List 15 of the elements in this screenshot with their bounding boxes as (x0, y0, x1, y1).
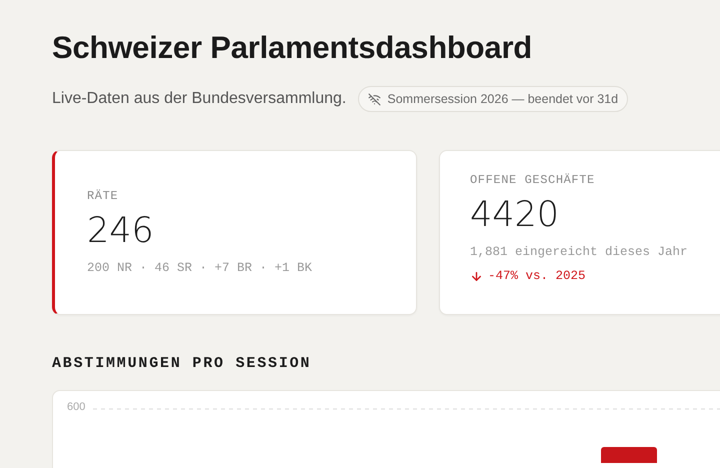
stat-value: 4420 (470, 194, 560, 237)
session-badge: Sommersession 2026 — beendet vor 31d (358, 86, 628, 112)
stat-label: OFFENE GESCHÄFTE (470, 173, 596, 187)
trend-text: -47% vs. 2025 (470, 269, 718, 283)
crossed-signal-icon (368, 92, 382, 106)
stat-value: 246 (87, 210, 155, 253)
stat-label: RÄTE (87, 189, 120, 203)
arrow-down-icon (470, 270, 483, 282)
subtitle: Live-Daten aus der Bundesversammlung. (52, 90, 346, 108)
chart-bar (601, 447, 658, 463)
stat-detail: 1,881 eingereicht dieses Jahr (470, 245, 689, 259)
axis-tick-label: 600 (67, 401, 86, 413)
page-title: Schweizer Parlamentsdashboard (52, 30, 534, 66)
section-heading: ABSTIMMUNGEN PRO SESSION (52, 355, 312, 372)
stat-detail: 200 NR · 46 SR · +7 BR · +1 BK (87, 261, 314, 275)
